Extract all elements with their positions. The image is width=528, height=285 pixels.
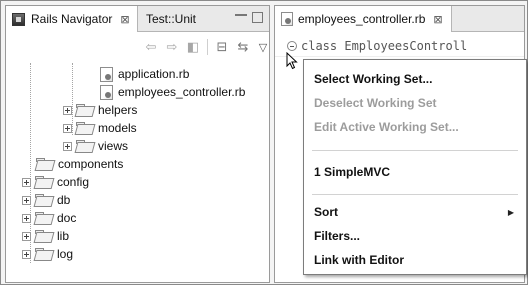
tree-item-application-rb[interactable]: application.rb <box>100 65 189 83</box>
editor-line-divider <box>275 56 524 57</box>
folder-icon <box>76 122 93 134</box>
expand-icon[interactable] <box>22 249 31 259</box>
rails-navigator-icon <box>12 12 25 26</box>
tree-item-label: doc <box>57 211 77 225</box>
close-tab-icon[interactable]: ⊠ <box>120 13 129 26</box>
tree-item-label: lib <box>57 229 70 243</box>
folder-icon <box>35 248 52 260</box>
link-editor-icon[interactable]: ⇆ <box>235 39 251 55</box>
code-text: class EmployeesControll <box>301 39 468 53</box>
folder-icon <box>35 230 52 242</box>
tree-item-db[interactable]: db <box>22 191 70 209</box>
editor-tab-employees-controller[interactable]: employees_controller.rb ⊠ <box>275 6 452 32</box>
menu-item-sort-label: Sort <box>314 205 338 219</box>
tree-item-label: application.rb <box>118 67 190 81</box>
folder-icon <box>76 140 93 152</box>
menu-item-working-set-simplemvc[interactable]: 1 SimpleMVC <box>304 161 526 183</box>
submenu-arrow-icon: ▶ <box>507 207 514 217</box>
ruby-file-icon <box>100 66 113 82</box>
toolbar-separator <box>207 39 208 55</box>
tree-item-label: components <box>58 157 124 171</box>
view-menu-icon[interactable]: ▽ <box>255 39 269 55</box>
menu-item-edit-active-working-set: Edit Active Working Set... <box>314 120 459 134</box>
ruby-file-icon <box>281 12 293 26</box>
menu-item-filters[interactable]: Filters... <box>304 225 526 247</box>
tree-item-views[interactable]: views <box>63 137 128 155</box>
expand-icon[interactable] <box>22 177 31 187</box>
fold-collapse-icon[interactable] <box>287 41 297 51</box>
mouse-pointer-icon <box>286 52 298 70</box>
tree-item-helpers[interactable]: helpers <box>63 101 137 119</box>
tree-item-label: db <box>57 193 71 207</box>
folder-icon <box>76 104 93 116</box>
tree-item-components[interactable]: components <box>36 155 123 173</box>
ruby-file-icon <box>100 84 113 100</box>
tab-rails-navigator[interactable]: Rails Navigator ⊠ <box>6 6 138 32</box>
tree-item-models[interactable]: models <box>63 119 137 137</box>
view-menu-dropdown: Select Working Set... Deselect Working S… <box>303 59 527 275</box>
menu-separator <box>312 194 518 195</box>
tab-test-unit-label: Test::Unit <box>146 12 197 26</box>
tree-item-doc[interactable]: doc <box>22 209 76 227</box>
menu-separator <box>312 150 518 151</box>
tab-test-unit[interactable]: Test::Unit <box>146 6 226 32</box>
minimize-view-icon[interactable] <box>235 14 247 26</box>
ide-window: Rails Navigator ⊠ Test::Unit ⇦ ⇨ ◧ ⊟ ⇆ ▽… <box>0 0 528 285</box>
menu-item-sort[interactable]: Sort ▶ <box>304 201 526 223</box>
collapse-all-icon[interactable]: ⊟ <box>214 39 230 55</box>
folder-icon <box>36 158 53 170</box>
tree-item-label: config <box>57 175 90 189</box>
editor-tab-bar: employees_controller.rb ⊠ <box>275 6 524 32</box>
menu-item-deselect-working-set: Deselect Working Set <box>314 96 437 110</box>
navigator-toolbar: ⇦ ⇨ ◧ ⊟ ⇆ ▽ <box>6 33 269 61</box>
up-folder-icon[interactable]: ◧ <box>185 39 201 55</box>
folder-icon <box>35 194 52 206</box>
tree-item-label: views <box>98 139 129 153</box>
tree-item-log[interactable]: log <box>22 245 73 263</box>
folder-icon <box>35 176 52 188</box>
tree-item-employees-controller-rb[interactable]: employees_controller.rb <box>100 83 245 101</box>
left-view-tab-bar: Rails Navigator ⊠ Test::Unit <box>6 6 269 32</box>
tree-item-label: helpers <box>98 103 138 117</box>
maximize-view-icon[interactable] <box>252 12 263 23</box>
code-line[interactable]: class EmployeesControll <box>287 39 467 53</box>
expand-icon[interactable] <box>22 231 31 241</box>
tab-rails-navigator-label: Rails Navigator <box>31 12 113 26</box>
rails-navigator-view: Rails Navigator ⊠ Test::Unit ⇦ ⇨ ◧ ⊟ ⇆ ▽… <box>5 5 270 283</box>
tree-item-label: employees_controller.rb <box>118 85 246 99</box>
menu-item-link-with-editor[interactable]: Link with Editor <box>304 249 526 271</box>
editor-tab-label: employees_controller.rb <box>298 12 426 26</box>
forward-arrow-icon[interactable]: ⇨ <box>164 39 180 55</box>
folder-icon <box>35 212 52 224</box>
tree-item-label: log <box>57 247 74 261</box>
menu-item-select-working-set[interactable]: Select Working Set... <box>304 68 526 90</box>
tree-item-config[interactable]: config <box>22 173 89 191</box>
expand-icon[interactable] <box>63 105 72 115</box>
tree-item-lib[interactable]: lib <box>22 227 69 245</box>
expand-icon[interactable] <box>22 195 31 205</box>
expand-icon[interactable] <box>63 141 72 151</box>
expand-icon[interactable] <box>63 123 72 133</box>
expand-icon[interactable] <box>22 213 31 223</box>
close-tab-icon[interactable]: ⊠ <box>433 13 442 26</box>
back-arrow-icon[interactable]: ⇦ <box>143 39 159 55</box>
tree-item-label: models <box>98 121 137 135</box>
